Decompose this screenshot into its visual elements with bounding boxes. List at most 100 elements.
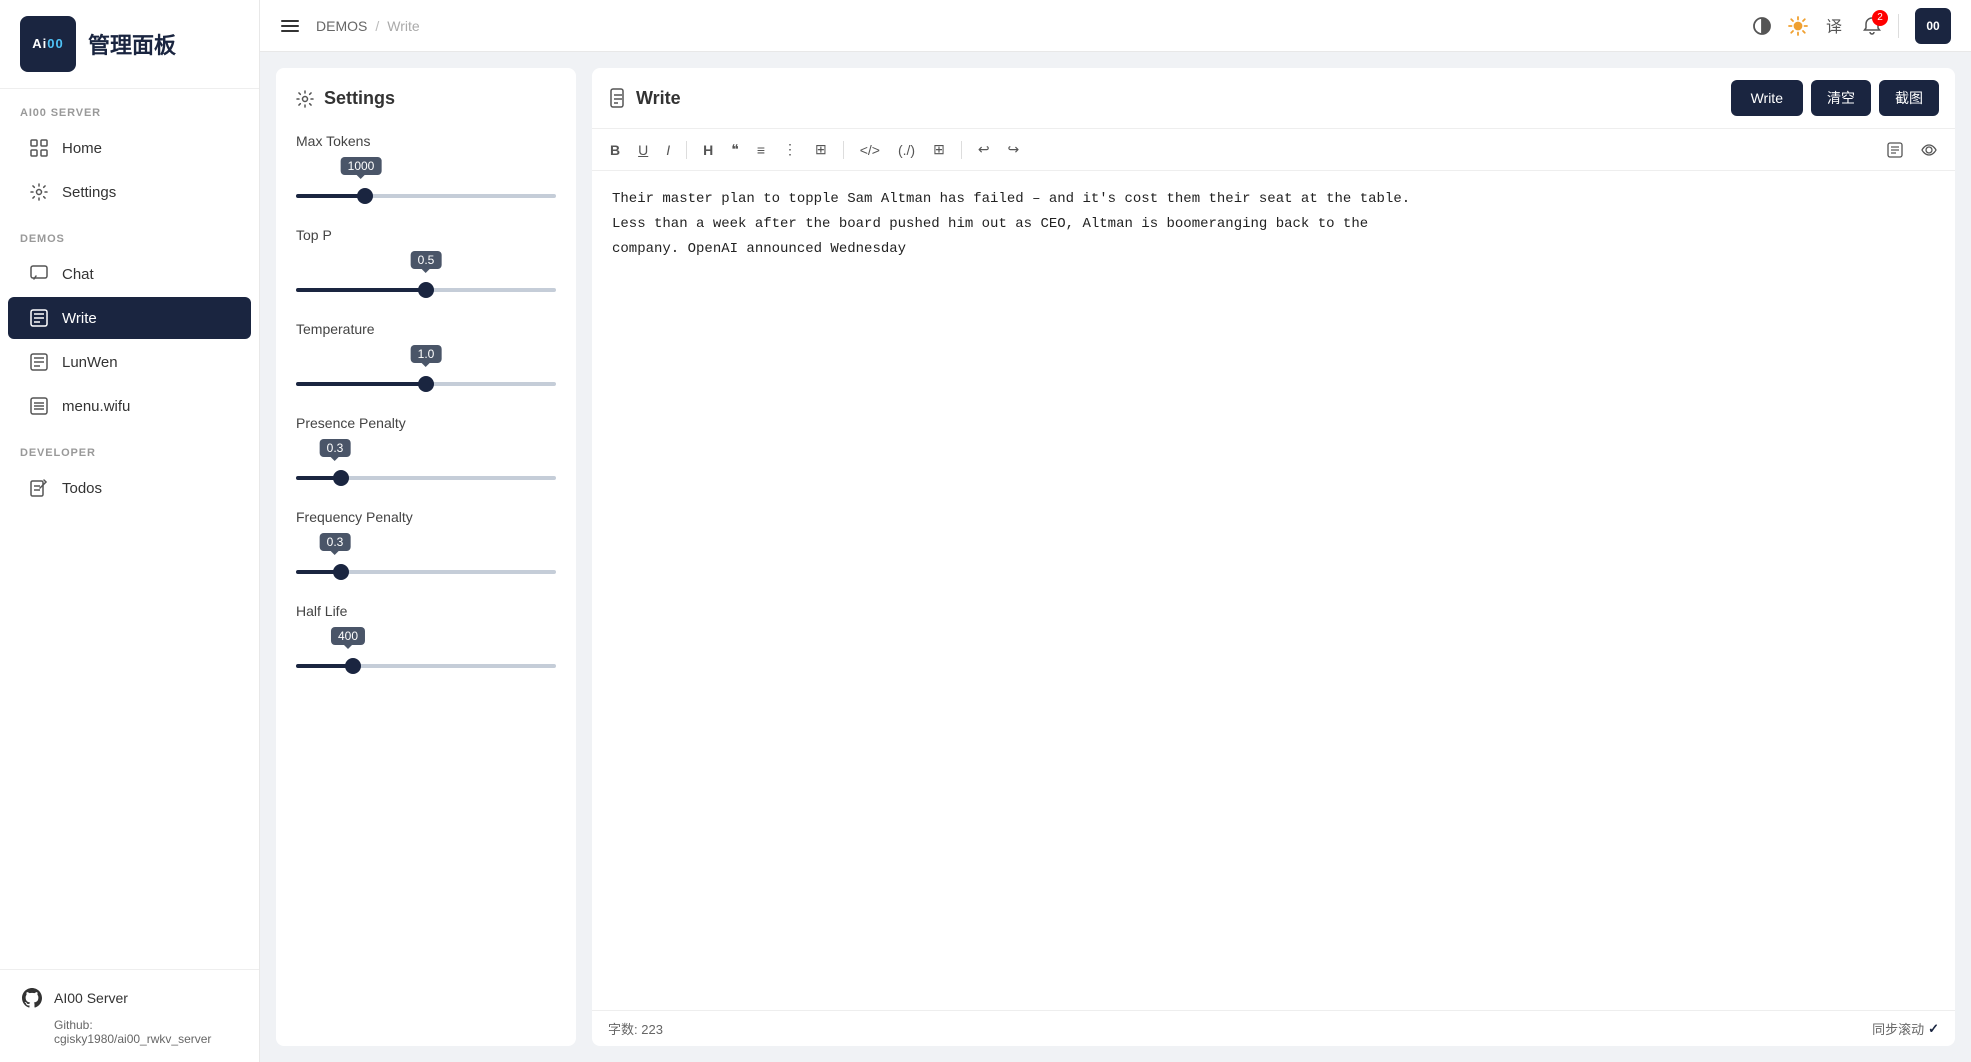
top-p-slider-container: 0.5 (296, 251, 556, 297)
top-p-slider[interactable] (296, 288, 556, 292)
underline-button[interactable]: U (632, 138, 654, 162)
bold-button[interactable]: B (604, 138, 626, 162)
redo-button[interactable]: ↪ (1002, 137, 1026, 162)
sidebar-section-developer: DEVELOPER Todos (0, 429, 259, 511)
undo-button[interactable]: ↩ (972, 137, 996, 162)
section-label-demos: DEMOS (0, 215, 259, 251)
source-view-button[interactable] (1881, 138, 1909, 162)
half-life-value: 400 (331, 627, 365, 645)
panels: Settings Max Tokens 1000 Top P 0.5 (260, 52, 1971, 1062)
breadcrumb-separator: / (375, 18, 379, 34)
write-header: Write Write 清空 截图 (592, 68, 1955, 129)
top-p-label: Top P (296, 227, 556, 243)
half-life-slider-container: 400 (296, 627, 556, 673)
menu-toggle-icon[interactable] (280, 16, 300, 36)
todos-icon (28, 477, 50, 499)
toolbar-divider-1 (686, 141, 687, 159)
write-footer: 字数: 223 同步滚动 ✓ (592, 1010, 1955, 1046)
code-button[interactable]: </> (854, 138, 886, 162)
gear-icon (28, 181, 50, 203)
avatar[interactable]: 00 (1915, 8, 1951, 44)
word-count-value: 223 (641, 1022, 663, 1037)
section-label-developer: DEVELOPER (0, 429, 259, 465)
sync-label-text: 同步滚动 (1872, 1019, 1924, 1038)
presence-penalty-slider[interactable] (296, 476, 556, 480)
top-p-value: 0.5 (411, 251, 442, 269)
inline-code-button[interactable]: (./) (892, 138, 921, 162)
editor-content: Their master plan to topple Sam Altman h… (612, 187, 1935, 263)
sidebar-item-write-label: Write (62, 310, 97, 327)
write-icon (28, 307, 50, 329)
presence-penalty-slider-container: 0.3 (296, 439, 556, 485)
frequency-penalty-label: Frequency Penalty (296, 509, 556, 525)
github-icon (20, 986, 44, 1010)
editor-body[interactable]: Their master plan to topple Sam Altman h… (592, 171, 1955, 1010)
temperature-slider[interactable] (296, 382, 556, 386)
write-actions: Write 清空 截图 (1731, 80, 1939, 116)
breadcrumb-current: Write (387, 18, 419, 34)
breadcrumb: DEMOS / Write (316, 18, 420, 34)
sidebar-section-demos: DEMOS Chat Write (0, 215, 259, 429)
sidebar-item-write[interactable]: Write (8, 297, 251, 339)
setting-frequency-penalty: Frequency Penalty 0.3 (296, 509, 556, 579)
notification-badge: 2 (1872, 10, 1888, 26)
write-button[interactable]: Write (1731, 80, 1803, 116)
max-tokens-value: 1000 (341, 157, 382, 175)
ordered-list-button[interactable]: ⋮ (777, 137, 803, 162)
sidebar-item-menu-wifu-label: menu.wifu (62, 398, 130, 415)
svg-text:译: 译 (1826, 18, 1842, 36)
screenshot-button[interactable]: 截图 (1879, 80, 1939, 116)
blockquote-button[interactable]: ❝ (725, 137, 745, 162)
sidebar-item-todos[interactable]: Todos (8, 467, 251, 509)
sidebar-github-label: AI00 Server (54, 990, 128, 1006)
sidebar-item-lunwen[interactable]: LunWen (8, 341, 251, 383)
editor-toolbar: B U I H ❝ ≡ ⋮ ⊞ </> (./) ⊞ ↩ ↪ (592, 129, 1955, 171)
github-link: cgisky1980/ai00_rwkv_server (54, 1032, 211, 1046)
header: DEMOS / Write (260, 0, 1971, 52)
header-divider (1898, 14, 1899, 38)
max-tokens-slider[interactable] (296, 194, 556, 198)
sidebar-item-chat[interactable]: Chat (8, 253, 251, 295)
clear-button[interactable]: 清空 (1811, 80, 1871, 116)
half-life-slider[interactable] (296, 664, 556, 668)
presence-penalty-label: Presence Penalty (296, 415, 556, 431)
setting-max-tokens: Max Tokens 1000 (296, 133, 556, 203)
max-tokens-slider-container: 1000 (296, 157, 556, 203)
grid-icon (28, 137, 50, 159)
attachment-button[interactable]: ⊞ (809, 137, 833, 162)
logo-box: Ai00 (20, 16, 76, 72)
main-content: DEMOS / Write (260, 0, 1971, 1062)
table-button[interactable]: ⊞ (927, 137, 951, 162)
write-title: Write (608, 88, 681, 109)
sidebar-item-home[interactable]: Home (8, 127, 251, 169)
sync-scroll[interactable]: 同步滚动 ✓ (1872, 1019, 1939, 1038)
sidebar-item-settings[interactable]: Settings (8, 171, 251, 213)
toolbar-divider-3 (961, 141, 962, 159)
settings-gear-icon (296, 90, 314, 108)
translate-icon[interactable]: 译 (1824, 15, 1846, 37)
write-panel: Write Write 清空 截图 B U I H ❝ ≡ ⋮ ⊞ (592, 68, 1955, 1046)
sidebar-item-menu-wifu[interactable]: menu.wifu (8, 385, 251, 427)
frequency-penalty-slider[interactable] (296, 570, 556, 574)
sync-check-icon: ✓ (1928, 1021, 1939, 1037)
toolbar-divider-2 (843, 141, 844, 159)
italic-button[interactable]: I (660, 138, 676, 162)
sidebar-section-ai00: AI00 SERVER Home Settings (0, 89, 259, 215)
notification-icon[interactable]: 2 (1862, 16, 1882, 36)
sidebar-item-chat-label: Chat (62, 266, 94, 283)
theme-toggle-icon[interactable] (1752, 16, 1772, 36)
setting-presence-penalty: Presence Penalty 0.3 (296, 415, 556, 485)
max-tokens-label: Max Tokens (296, 133, 556, 149)
unordered-list-button[interactable]: ≡ (751, 138, 771, 162)
sidebar-item-settings-label: Settings (62, 184, 116, 201)
heading-button[interactable]: H (697, 138, 719, 162)
preview-button[interactable] (1915, 138, 1943, 162)
settings-panel: Settings Max Tokens 1000 Top P 0.5 (276, 68, 576, 1046)
half-life-label: Half Life (296, 603, 556, 619)
write-panel-title: Write (636, 88, 681, 109)
chat-icon (28, 263, 50, 285)
temperature-slider-container: 1.0 (296, 345, 556, 391)
breadcrumb-demos[interactable]: DEMOS (316, 18, 367, 34)
sidebar-github: AI00 Server (20, 986, 239, 1010)
brightness-icon[interactable] (1788, 16, 1808, 36)
